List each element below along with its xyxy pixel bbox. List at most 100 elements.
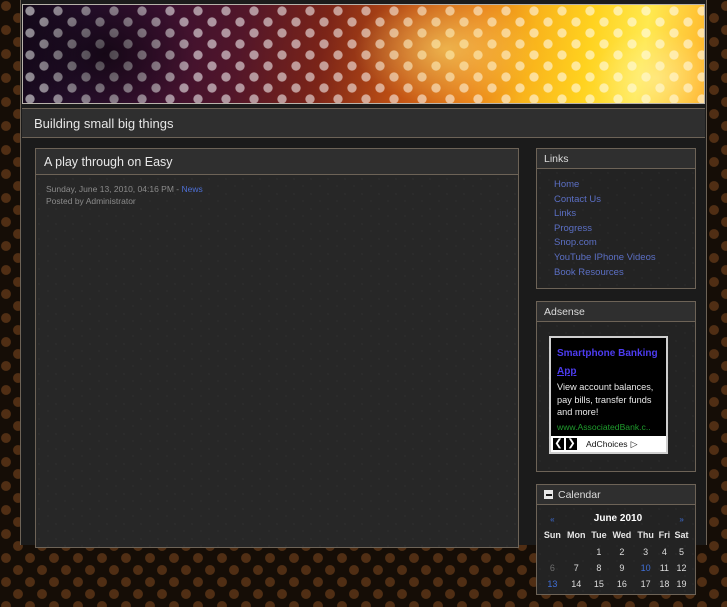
site-banner: [22, 4, 705, 104]
calendar-weekday-tue: Tue: [591, 530, 607, 541]
minus-box-icon[interactable]: [544, 490, 553, 500]
calendar-day: 15: [589, 576, 610, 592]
calendar-weekday-wed: Wed: [612, 530, 632, 541]
calendar-day-label: 18: [659, 579, 670, 590]
sidebar-link-links[interactable]: Links: [554, 208, 576, 219]
sidebar-link-book-resources[interactable]: Book Resources: [554, 267, 624, 278]
calendar-table: « June 2010 » Sun Mon Tue Wed Thu Fri Sa…: [541, 510, 691, 592]
sidebar-block-links-title: Links: [544, 152, 569, 165]
calendar-day: 3: [635, 544, 657, 560]
ad-wrapper: Smartphone Banking App View account bala…: [537, 330, 695, 462]
calendar-day: 17: [635, 576, 657, 592]
calendar-prev-month-icon[interactable]: «: [550, 515, 554, 524]
sidebar-link-contact-us[interactable]: Contact Us: [554, 194, 601, 205]
sidebar-link-home[interactable]: Home: [554, 179, 579, 190]
adchoices-label: AdChoices: [586, 439, 628, 450]
ad-headline-link[interactable]: Smartphone Banking App: [557, 348, 658, 377]
adchoices-button[interactable]: AdChoices ▷: [586, 439, 637, 450]
list-item: Snop.com: [554, 235, 695, 250]
sidebar-block-adsense-header: Adsense: [537, 302, 695, 323]
site-page: Building small big things A play through…: [20, 0, 707, 596]
main-content-column: A play through on Easy Sunday, June 13, …: [35, 148, 519, 548]
calendar-month-label: June 2010: [593, 513, 643, 525]
ad-display-url: www.AssociatedBank.c..: [557, 422, 651, 433]
post-date: Sunday, June 13, 2010, 04:16 PM: [46, 184, 174, 194]
calendar-day-label: 17: [640, 579, 651, 590]
sidebar-link-snop-com[interactable]: Snop.com: [554, 237, 597, 248]
post-title: A play through on Easy: [44, 154, 173, 169]
sidebar-block-links-body: Home Contact Us Links Progress Snop.com …: [537, 169, 695, 288]
ad-nav-controls: ❮ ❯: [552, 437, 578, 452]
ad-footer: ❮ ❯ AdChoices ▷: [551, 436, 666, 453]
sidebar-block-adsense-body: Smartphone Banking App View account bala…: [537, 322, 695, 471]
ad-next-arrow-icon[interactable]: ❯: [565, 437, 578, 452]
adchoices-arrow-icon: ▷: [630, 438, 638, 449]
sidebar-block-calendar-title: Calendar: [558, 488, 601, 501]
page-columns: A play through on Easy Sunday, June 13, …: [22, 144, 705, 596]
calendar-day-link[interactable]: 13: [547, 579, 557, 589]
calendar-prev-cell: «: [541, 510, 564, 527]
calendar-day: 16: [609, 576, 634, 592]
site-title: Building small big things: [34, 115, 174, 131]
calendar-week-row: 1 2 3 4 5: [541, 544, 691, 560]
ad-inner: Smartphone Banking App View account bala…: [551, 338, 666, 436]
calendar-day-link[interactable]: 10: [641, 563, 651, 573]
sidebar-link-progress[interactable]: Progress: [554, 223, 592, 234]
sidebar-block-calendar-body: « June 2010 » Sun Mon Tue Wed Thu Fri Sa…: [537, 505, 695, 594]
calendar-day-label: 11: [659, 563, 670, 574]
calendar-next-cell: »: [672, 510, 691, 527]
calendar-week-row: 6 7 8 9 10 11 12: [541, 560, 691, 576]
calendar-day: 12: [672, 560, 691, 576]
ad-unit[interactable]: Smartphone Banking App View account bala…: [549, 336, 668, 455]
ad-description: View account balances, pay bills, transf…: [557, 382, 654, 417]
calendar-weekday-sun: Sun: [543, 530, 561, 541]
calendar-weekday-sat: Sat: [674, 530, 689, 541]
calendar-day: [541, 544, 564, 560]
calendar-day: 8: [589, 560, 610, 576]
banner-photo-perforated-lights: [23, 5, 704, 103]
calendar-day-label: 7: [573, 563, 579, 574]
calendar-day-label: 6: [549, 563, 555, 574]
list-item: Progress: [554, 221, 695, 236]
calendar-day: 11: [657, 560, 672, 576]
list-item: Book Resources: [554, 265, 695, 280]
ad-headline-line1: Smartphone Banking: [557, 348, 658, 360]
post-entry: A play through on Easy Sunday, June 13, …: [35, 148, 519, 548]
calendar-day-label: 12: [676, 563, 687, 574]
list-item: Contact Us: [554, 192, 695, 207]
calendar-day: 9: [609, 560, 634, 576]
site-title-bar: Building small big things: [22, 108, 705, 138]
calendar-day: 4: [657, 544, 672, 560]
links-list: Home Contact Us Links Progress Snop.com …: [537, 177, 695, 279]
post-meta: Sunday, June 13, 2010, 04:16 PM - News P…: [46, 183, 508, 207]
post-body: Sunday, June 13, 2010, 04:16 PM - News P…: [36, 175, 518, 547]
calendar-nav-row: « June 2010 »: [541, 510, 691, 527]
sidebar: Links Home Contact Us Links Progress Sno…: [536, 148, 696, 607]
calendar-day: 6: [541, 560, 564, 576]
calendar-day: 18: [657, 576, 672, 592]
sidebar-block-adsense-title: Adsense: [544, 305, 585, 318]
calendar-day: 14: [564, 576, 589, 592]
ad-prev-arrow-icon[interactable]: ❮: [552, 437, 565, 452]
calendar-day: 1: [589, 544, 610, 560]
sidebar-block-calendar: Calendar « June 2010 » Sun Mon Tue Wed T…: [536, 484, 696, 596]
calendar-day-label: 5: [679, 547, 685, 558]
post-meta-line-1: Sunday, June 13, 2010, 04:16 PM - News: [46, 183, 508, 195]
list-item: YouTube IPhone Videos: [554, 250, 695, 265]
calendar-day-label: 2: [619, 547, 625, 558]
post-header: A play through on Easy: [36, 149, 518, 175]
sidebar-link-youtube-iphone-videos[interactable]: YouTube IPhone Videos: [554, 252, 656, 263]
calendar-day-label: 1: [596, 547, 602, 558]
calendar-day: 5: [672, 544, 691, 560]
calendar-next-month-icon[interactable]: »: [679, 515, 683, 524]
calendar-weekday-thu: Thu: [637, 530, 654, 541]
sidebar-block-adsense: Adsense Smartphone Banking App View acco…: [536, 301, 696, 473]
calendar-day-label: 19: [676, 579, 687, 590]
calendar-day-label: 14: [571, 579, 582, 590]
calendar-day-label: 8: [596, 563, 602, 574]
post-category-link[interactable]: News: [182, 184, 203, 194]
calendar-month-cell: June 2010: [564, 510, 672, 527]
calendar-day-label: 15: [593, 579, 604, 590]
calendar-day-label: 9: [619, 563, 625, 574]
list-item: Home: [554, 177, 695, 192]
